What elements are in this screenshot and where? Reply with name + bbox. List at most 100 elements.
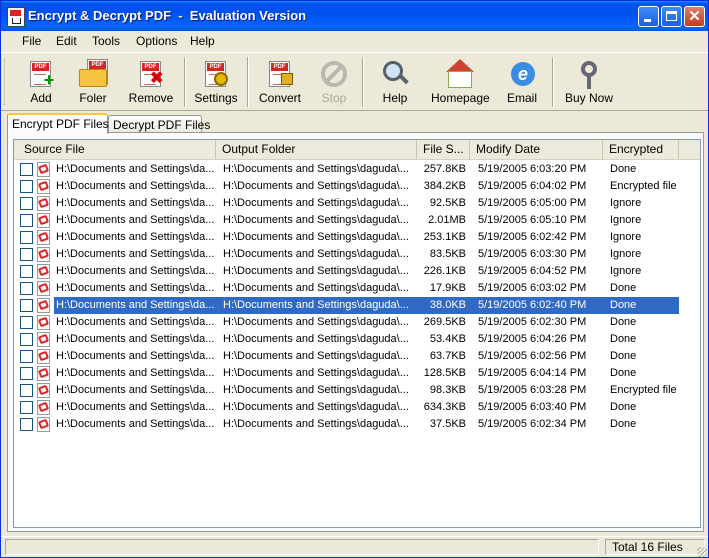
row-checkbox[interactable] [20, 316, 33, 329]
pdf-file-icon [37, 315, 50, 330]
folder-button[interactable]: Foler [71, 59, 115, 107]
remove-button[interactable]: ✖ Remove [125, 59, 177, 107]
table-row[interactable]: H:\Documents and Settings\da... H:\Docume… [14, 348, 700, 365]
homepage-label: Homepage [431, 91, 490, 105]
cell-encrypted-status: Done [610, 163, 637, 175]
file-list[interactable]: Source File Output Folder File S... Modi… [13, 139, 701, 528]
resize-grip-icon[interactable] [697, 547, 707, 557]
row-checkbox[interactable] [20, 231, 33, 244]
row-checkbox[interactable] [20, 197, 33, 210]
cell-output-folder: H:\Documents and Settings\daguda\... [223, 333, 409, 345]
cell-encrypted-status: Ignore [610, 265, 642, 277]
tab-encrypt-pdf-files[interactable]: Encrypt PDF Files [7, 113, 109, 134]
maximize-icon [666, 11, 677, 21]
pdf-file-icon [37, 179, 50, 194]
table-row[interactable]: H:\Documents and Settings\da... H:\Docume… [14, 263, 700, 280]
cell-file-size: 634.3KB [423, 401, 466, 413]
minimize-button[interactable] [638, 6, 659, 27]
convert-button[interactable]: Convert [257, 59, 303, 107]
table-row[interactable]: H:\Documents and Settings\da... H:\Docume… [14, 416, 700, 433]
cell-file-size: 98.3KB [429, 384, 466, 396]
table-row[interactable]: H:\Documents and Settings\da... H:\Docume… [14, 365, 700, 382]
table-row[interactable]: H:\Documents and Settings\da... H:\Docume… [14, 229, 700, 246]
buy-now-button[interactable]: Buy Now [564, 59, 614, 107]
row-checkbox[interactable] [20, 180, 33, 193]
cell-modify-date: 5/19/2005 6:02:30 PM [478, 316, 587, 328]
row-checkbox[interactable] [20, 163, 33, 176]
settings-button[interactable]: Settings [193, 59, 239, 107]
help-button[interactable]: Help [377, 59, 413, 107]
cell-output-folder: H:\Documents and Settings\daguda\... [223, 316, 409, 328]
email-label: Email [506, 91, 537, 105]
row-checkbox[interactable] [20, 299, 33, 312]
help-label: Help [382, 91, 408, 105]
row-checkbox[interactable] [20, 367, 33, 380]
total-files-label: Total 16 Files [605, 539, 705, 555]
column-modify-date[interactable]: Modify Date [470, 140, 603, 159]
toolbar-separator [184, 57, 186, 107]
row-checkbox[interactable] [20, 282, 33, 295]
row-checkbox[interactable] [20, 333, 33, 346]
homepage-button[interactable]: Homepage [431, 59, 490, 107]
pdf-file-icon [37, 332, 50, 347]
cell-encrypted-status: Done [610, 282, 637, 294]
table-row[interactable]: H:\Documents and Settings\da... H:\Docume… [14, 161, 700, 178]
table-row[interactable]: H:\Documents and Settings\da... H:\Docume… [14, 280, 700, 297]
table-row[interactable]: H:\Documents and Settings\da... H:\Docume… [14, 314, 700, 331]
menu-file[interactable]: File [20, 34, 43, 48]
row-checkbox[interactable] [20, 350, 33, 363]
status-pane [5, 539, 599, 555]
row-checkbox[interactable] [20, 401, 33, 414]
table-row[interactable]: H:\Documents and Settings\da... H:\Docume… [14, 399, 700, 416]
close-button[interactable]: ✕ [684, 6, 705, 27]
column-file-size[interactable]: File S... [417, 140, 470, 159]
add-button[interactable]: + Add [19, 59, 63, 107]
menu-tools[interactable]: Tools [90, 34, 122, 48]
cell-source-file: H:\Documents and Settings\da... [56, 350, 215, 362]
cell-encrypted-status: Encrypted file [610, 180, 677, 192]
table-row[interactable]: H:\Documents and Settings\da... H:\Docume… [14, 382, 700, 399]
cell-modify-date: 5/19/2005 6:02:42 PM [478, 231, 587, 243]
cell-encrypted-status: Done [610, 316, 637, 328]
pdf-file-icon [37, 366, 50, 381]
table-row[interactable]: H:\Documents and Settings\da... H:\Docume… [14, 297, 700, 314]
pdf-file-icon [37, 383, 50, 398]
cell-output-folder: H:\Documents and Settings\daguda\... [223, 350, 409, 362]
maximize-button[interactable] [661, 6, 682, 27]
row-checkbox[interactable] [20, 214, 33, 227]
table-row[interactable]: H:\Documents and Settings\da... H:\Docume… [14, 212, 700, 229]
row-checkbox[interactable] [20, 384, 33, 397]
table-row[interactable]: H:\Documents and Settings\da... H:\Docume… [14, 195, 700, 212]
menu-bar: File Edit Tools Options Help [1, 31, 708, 51]
list-header: Source File Output Folder File S... Modi… [14, 140, 700, 160]
cell-file-size: 253.1KB [423, 231, 466, 243]
menu-help[interactable]: Help [188, 34, 217, 48]
menu-options[interactable]: Options [134, 34, 179, 48]
title-bar[interactable]: Encrypt & Decrypt PDF - Evaluation Versi… [1, 1, 708, 31]
row-checkbox[interactable] [20, 265, 33, 278]
email-button[interactable]: e Email [505, 59, 539, 107]
table-row[interactable]: H:\Documents and Settings\da... H:\Docume… [14, 178, 700, 195]
cell-source-file: H:\Documents and Settings\da... [56, 367, 215, 379]
column-source-file[interactable]: Source File [14, 140, 216, 159]
menu-edit[interactable]: Edit [54, 34, 79, 48]
column-output-folder[interactable]: Output Folder [216, 140, 417, 159]
row-checkbox[interactable] [20, 418, 33, 431]
stop-label: Stop [321, 91, 347, 105]
row-checkbox[interactable] [20, 248, 33, 261]
stop-button[interactable]: Stop [316, 59, 352, 107]
tab-decrypt-pdf-files[interactable]: Decrypt PDF Files [108, 115, 210, 133]
cell-modify-date: 5/19/2005 6:04:26 PM [478, 333, 587, 345]
cell-file-size: 63.7KB [429, 350, 466, 362]
cell-encrypted-status: Ignore [610, 231, 642, 243]
table-row[interactable]: H:\Documents and Settings\da... H:\Docume… [14, 246, 700, 263]
column-encrypted[interactable]: Encrypted [603, 140, 679, 159]
cell-output-folder: H:\Documents and Settings\daguda\... [223, 248, 409, 260]
app-icon[interactable] [7, 7, 25, 27]
cell-output-folder: H:\Documents and Settings\daguda\... [223, 299, 409, 311]
pdf-file-icon [37, 417, 50, 432]
cell-encrypted-status: Done [610, 367, 637, 379]
table-row[interactable]: H:\Documents and Settings\da... H:\Docume… [14, 331, 700, 348]
pdf-file-icon [37, 400, 50, 415]
toolbar-grip[interactable] [4, 59, 8, 105]
